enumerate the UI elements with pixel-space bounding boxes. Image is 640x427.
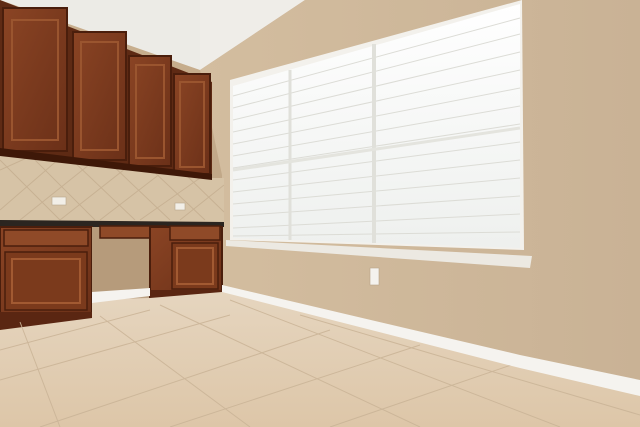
wall-outlet xyxy=(369,267,380,286)
room-scene xyxy=(0,0,640,427)
